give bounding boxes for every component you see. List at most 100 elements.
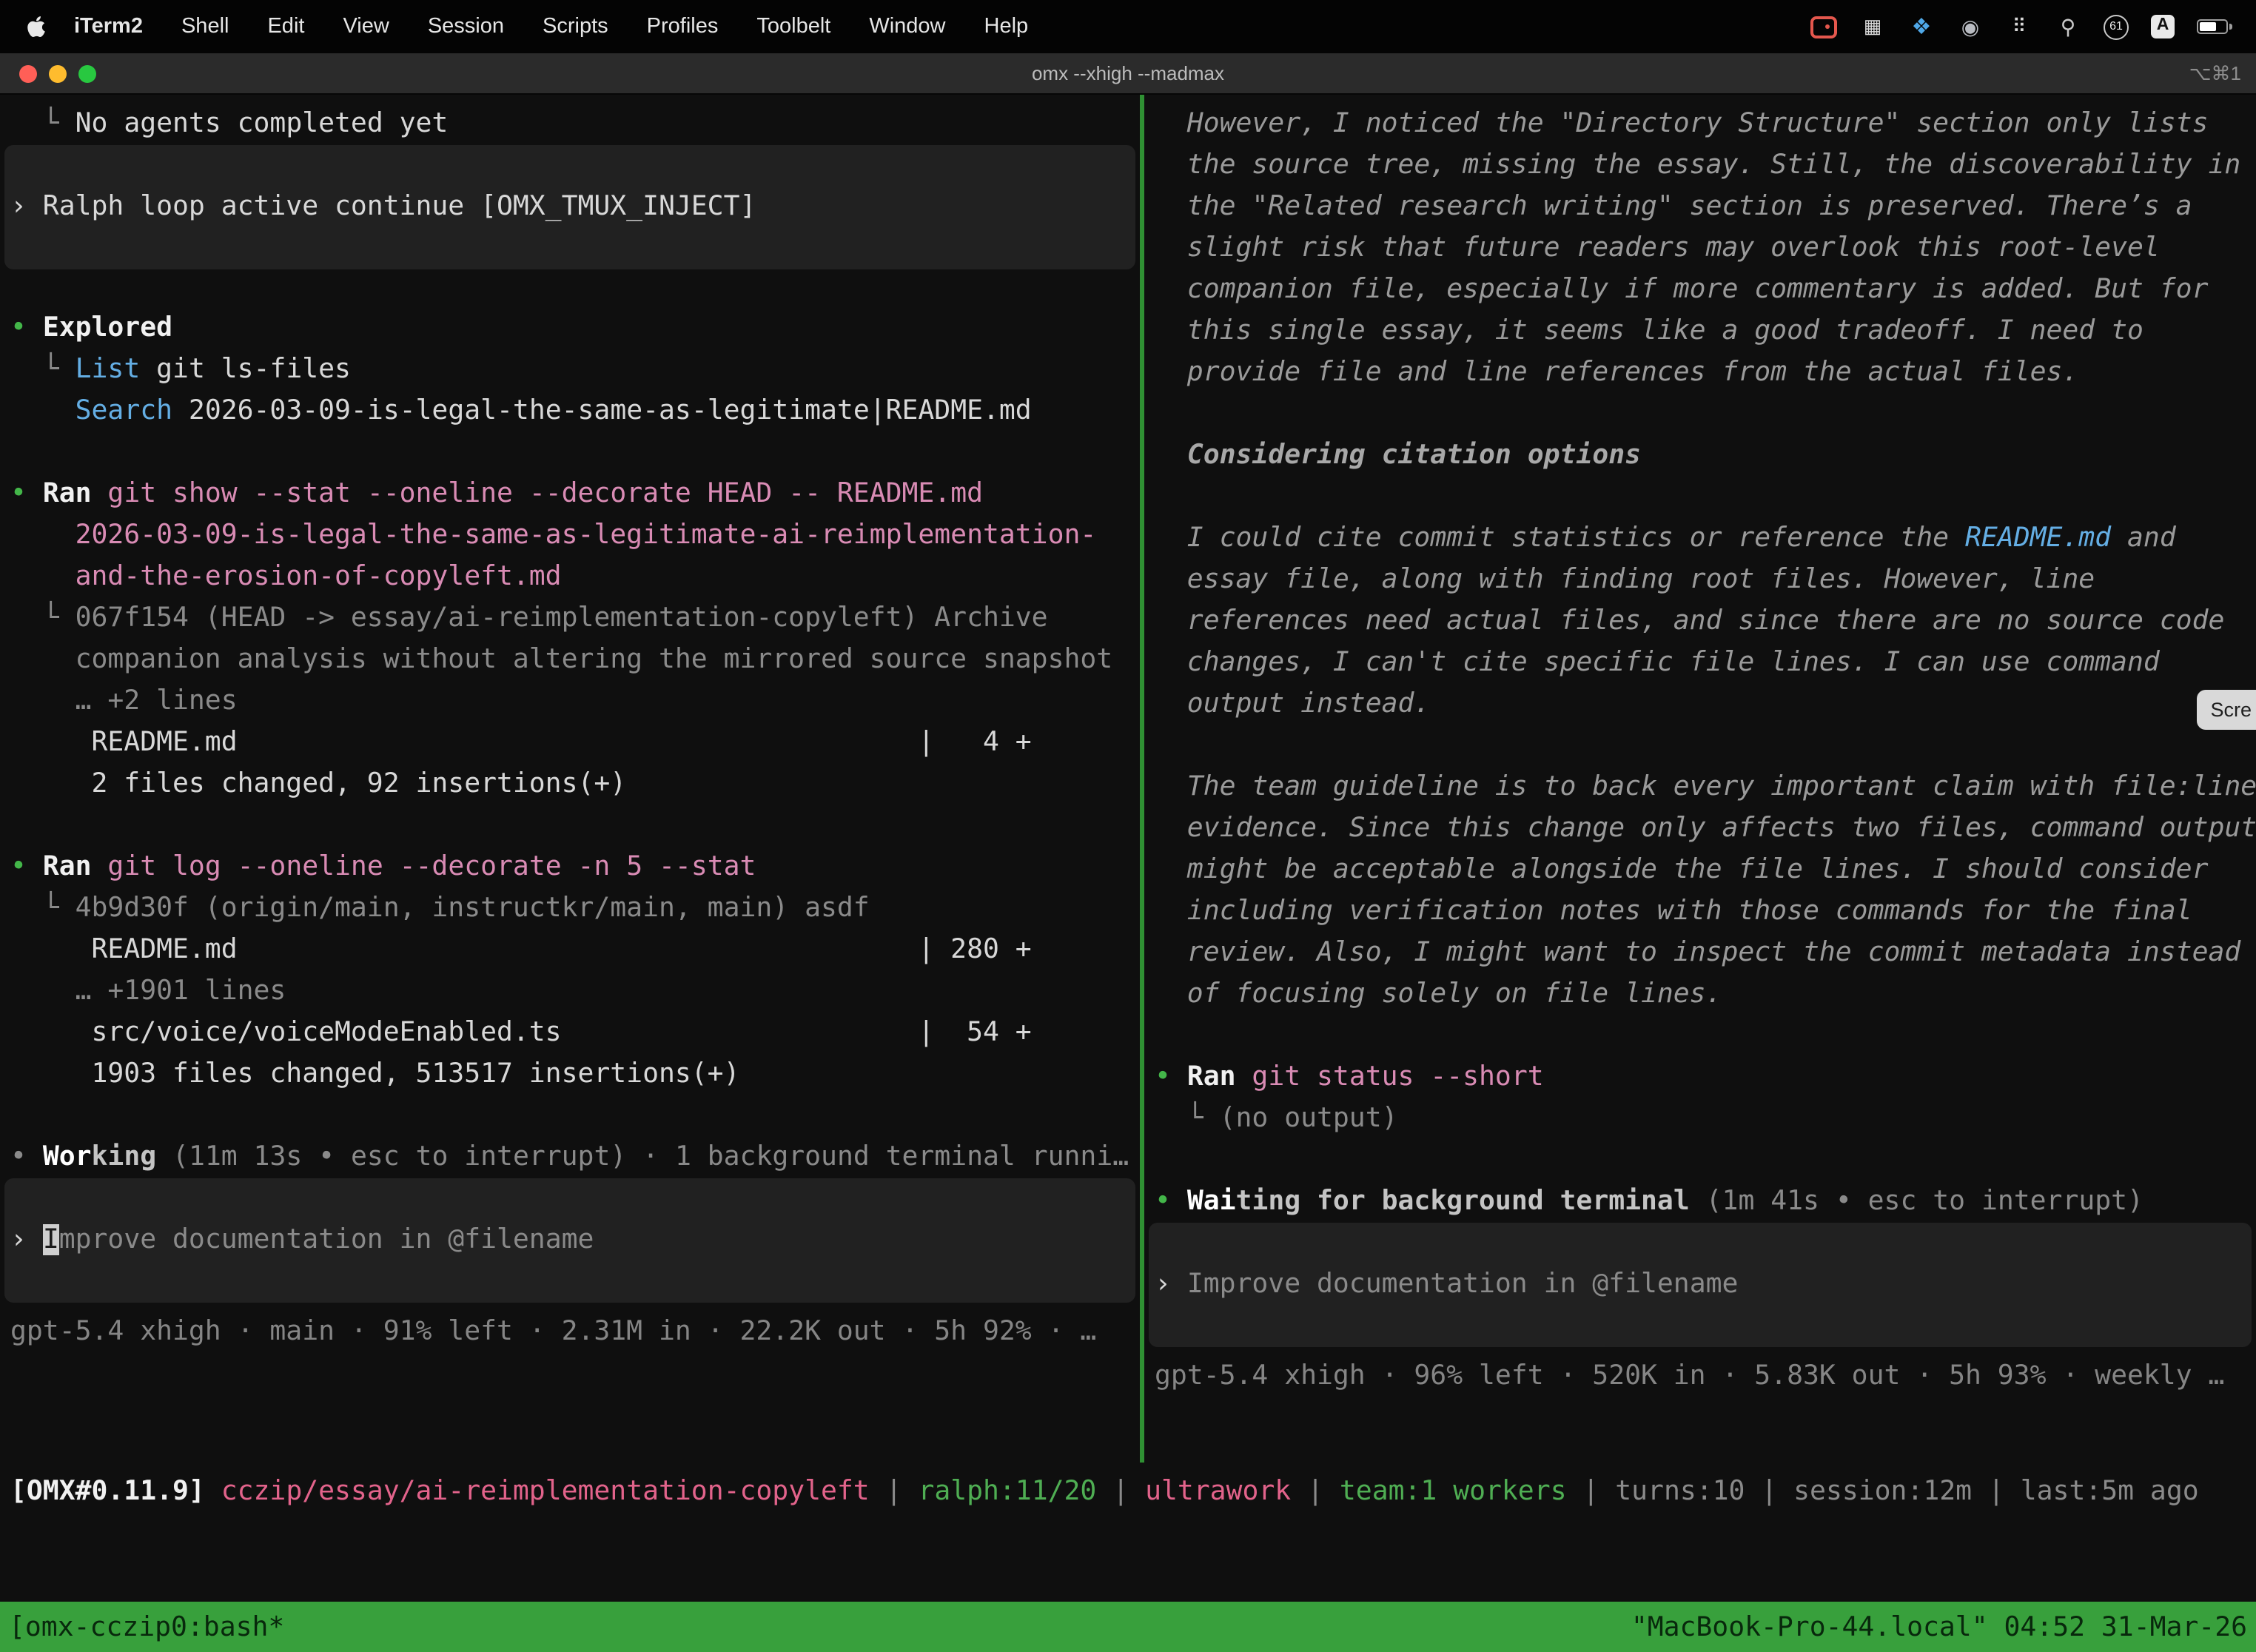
right-model-status-line: gpt-5.4 xhigh · 96% left · 520K in · 5.8… [1144,1356,2256,1397]
text-segment: | [1096,1475,1145,1506]
inject-banner: › Ralph loop active continue [OMX_TMUX_I… [4,145,1135,269]
terminal-line: README.md | 4 + [10,722,1140,764]
text-segment: git show --stat --oneline --decorate HEA… [92,478,984,509]
menu-view[interactable]: View [323,15,408,38]
screen-share-button[interactable]: Scre [2197,690,2256,730]
terminal-line: └ 067f154 (HEAD -> essay/ai-reimplementa… [10,598,1140,639]
terminal-line: • Waiting for background terminal (1m 41… [1155,1181,2256,1223]
text-segment: README.md | 4 + [10,727,1032,758]
text-segment: The team guideline is to back every impo… [1155,771,2256,802]
text-segment: turns:10 | session:12m | last:5m ago [1615,1475,2198,1506]
left-prompt-input[interactable]: › Improve documentation in @filename [4,1178,1135,1303]
minimize-button[interactable] [49,64,67,82]
terminal-line [1155,1140,2256,1181]
terminal-line: The team guideline is to back every impo… [1155,767,2256,808]
text-segment: • [1155,1186,1187,1217]
text-segment: └ [10,354,75,385]
tmux-host-clock: "MacBook-Pro-44.local" 04:52 31-Mar-26 [1631,1611,2247,1642]
text-segment: … +2 lines [10,685,238,716]
gauge-icon[interactable]: 61 [2104,14,2129,39]
blue-app-icon[interactable]: ❖ [1908,13,1935,40]
text-segment: companion file, especially if more comme… [1155,274,2209,305]
terminal-line: references need actual files, and since … [1155,601,2256,642]
omx-session-status-line: [OMX#0.11.9] cczip/essay/ai-reimplementa… [0,1463,2256,1519]
text-segment: src/voice/voiceModeEnabled.ts | 54 + [10,1017,1032,1048]
inject-banner-text: › Ralph loop active continue [OMX_TMUX_I… [4,187,1135,228]
text-segment: review. Also, I might want to inspect th… [1155,937,2240,968]
terminal-line: companion file, especially if more comme… [1155,269,2256,311]
text-segment: I [43,1224,59,1255]
keyboard-layout-icon[interactable]: A [2151,15,2175,38]
text-segment: evidence. Since this change only affects… [1155,813,2256,844]
menu-toolbelt[interactable]: Toolbelt [737,15,850,38]
text-segment: and-the-erosion-of-copyleft.md [10,561,562,592]
text-segment: • [10,312,43,343]
gauge-icon-label: 61 [2109,21,2123,33]
text-segment: I could cite commit statistics or refere… [1155,523,1965,554]
menu-shell[interactable]: Shell [162,15,249,38]
text-segment: 2026-03-09-is-legal-the-same-as-legitima… [10,520,1096,551]
battery-icon[interactable] [2197,13,2232,40]
terminal-line: review. Also, I might want to inspect th… [1155,933,2256,974]
terminal-line [1155,477,2256,518]
browser-grid-icon[interactable]: ▦ [1859,13,1886,40]
terminal-line: src/voice/voiceModeEnabled.ts | 54 + [10,1013,1140,1054]
terminal-line: … +1901 lines [10,971,1140,1013]
dark-circle-app-icon[interactable]: ◉ [1957,13,1984,40]
apple-menu-icon[interactable] [18,15,55,38]
text-segment: Ran [1187,1061,1236,1092]
text-segment: (1m 41s • esc to interrupt) [1690,1186,2143,1217]
terminal-line: evidence. Since this change only affects… [1155,808,2256,850]
terminal-line: might be acceptable alongside the file l… [1155,850,2256,891]
terminal-line: 1903 files changed, 513517 insertions(+) [10,1054,1140,1095]
close-button[interactable] [19,64,37,82]
screen-recording-icon[interactable] [1810,16,1837,38]
left-model-status-line: gpt-5.4 xhigh · main · 91% left · 2.31M … [0,1312,1140,1353]
text-segment: cczip/essay/ai-reimplementation-copyleft [221,1475,870,1506]
text-segment: 2 files changed, 92 insertions(+) [10,768,626,799]
text-segment [10,395,75,426]
terminal-line: this single essay, it seems like a good … [1155,311,2256,352]
menu-edit[interactable]: Edit [248,15,323,38]
text-segment: ralph:11/20 [918,1475,1096,1506]
menu-iterm2[interactable]: iTerm2 [55,15,162,38]
terminal-line: output instead. [1155,684,2256,725]
terminal-panes: └ No agents completed yet › Ralph loop a… [0,95,2256,1463]
text-segment: • [1155,1061,1187,1092]
terminal-line [10,805,1140,847]
menu-help[interactable]: Help [965,15,1048,38]
menu-scripts[interactable]: Scripts [523,15,628,38]
terminal-line: I could cite commit statistics or refere… [1155,518,2256,560]
key-icon[interactable]: ⚲ [2055,13,2081,40]
text-segment: | [870,1475,919,1506]
keyboard-layout-icon-label: A [2157,19,2169,36]
terminal-line: • Ran git show --stat --oneline --decora… [10,474,1140,515]
terminal-line [1155,1015,2256,1057]
text-segment: However, I noticed the "Directory Struct… [1155,108,2209,139]
text-segment: └ (no output) [1155,1103,1398,1134]
terminal-line: Search 2026-03-09-is-legal-the-same-as-l… [10,391,1140,432]
right-prompt-input-text[interactable]: › Improve documentation in @filename [1149,1264,2252,1306]
right-prompt-input[interactable]: › Improve documentation in @filename [1149,1223,2252,1347]
terminal-line: • Ran git log --oneline --decorate -n 5 … [10,847,1140,888]
menu-session[interactable]: Session [409,15,523,38]
text-segment: … +1901 lines [10,976,286,1007]
terminal-line [1155,725,2256,767]
text-segment: mprove documentation in @filename [59,1224,594,1255]
zoom-button[interactable] [78,64,96,82]
dots-grid-icon[interactable]: ⠿ [2006,13,2032,40]
traffic-lights [19,64,96,82]
text-segment: README.md [1965,523,2111,554]
terminal-line: 2026-03-09-is-legal-the-same-as-legitima… [10,515,1140,557]
terminal-line: └ (no output) [1155,1098,2256,1140]
text-segment: Wai [1187,1186,1236,1217]
left-prompt-input-text[interactable]: › Improve documentation in @filename [4,1220,1135,1261]
text-segment: Ran [43,478,92,509]
text-segment: • [10,851,43,882]
terminal-line: including verification notes with those … [1155,891,2256,933]
menu-profiles[interactable]: Profiles [628,15,738,38]
text-segment: Considering citation options [1155,440,1641,471]
text-segment: essay file, along with finding root file… [1155,564,2095,595]
text-segment: references need actual files, and since … [1155,605,2224,637]
menu-window[interactable]: Window [850,15,964,38]
